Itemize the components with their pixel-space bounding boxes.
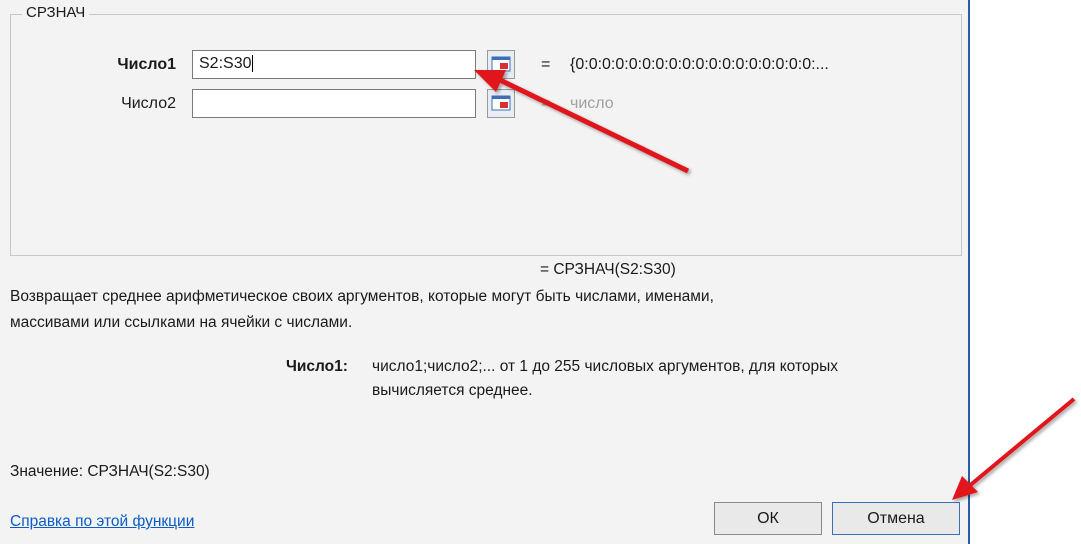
collapse-dialog-icon [491,95,511,111]
arg2-result: число [570,95,614,112]
arg1-equals: = [541,56,551,73]
arg2-input[interactable] [192,89,476,118]
collapse-dialog-icon [491,56,511,72]
text-cursor [252,55,254,72]
function-arguments-dialog: СРЗНАЧ Число1 S2:S30 = {0:0:0:0:0:0:0:0:… [0,0,970,544]
formula-result: = СРЗНАЧ(S2:S30) [540,261,676,278]
description-line-2: массивами или ссылками на ячейки с числа… [10,314,353,331]
arg1-value: S2:S30 [199,55,252,72]
ok-button[interactable]: ОК [714,502,822,535]
value-text: Значение: СРЗНАЧ(S2:S30) [10,463,210,480]
help-link[interactable]: Справка по этой функции [10,511,194,533]
arg2-collapse-button[interactable] [487,89,515,118]
arg2-label: Число2 [121,95,176,112]
group-title: СРЗНАЧ [22,4,90,21]
arg1-result: {0:0:0:0:0:0:0:0:0:0:0:0:0:0:0:0:0:0:... [570,56,829,73]
arg-help-label: Число1: [286,358,348,375]
arg1-collapse-button[interactable] [487,50,515,79]
arg1-input[interactable]: S2:S30 [192,50,476,79]
arg1-label: Число1 [117,56,176,73]
description-line-1: Возвращает среднее арифметическое своих … [10,288,714,305]
cancel-button[interactable]: Отмена [832,502,960,535]
arguments-group [10,14,962,256]
arg-help-line-2: вычисляется среднее. [372,382,533,399]
annotation-arrow [952,397,1076,500]
arg2-equals: = [541,95,551,112]
arg-help-line-1: число1;число2;... от 1 до 255 числовых а… [372,358,839,375]
